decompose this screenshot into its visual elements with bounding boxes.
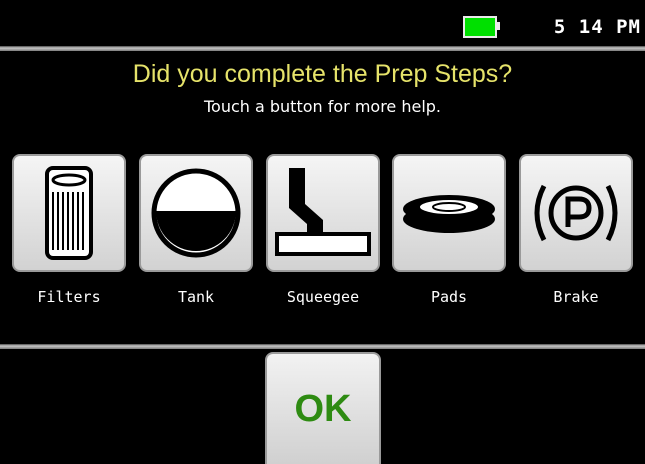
pad-icon (403, 195, 495, 233)
filters-button[interactable] (12, 154, 126, 272)
tank-button[interactable] (139, 154, 253, 272)
status-bar: 5 14 PM (0, 0, 645, 46)
squeegee-label: Squeegee (286, 288, 360, 306)
bottom-divider (0, 344, 645, 349)
brake-button[interactable] (519, 154, 633, 272)
brake-label: Brake (553, 288, 599, 306)
filter-icon (45, 166, 93, 260)
parking-brake-icon (534, 184, 618, 242)
battery-icon (463, 16, 500, 38)
filters-label: Filters (37, 288, 101, 306)
page-title: Did you complete the Prep Steps? (132, 60, 513, 88)
page-subtitle: Touch a button for more help. (203, 97, 442, 116)
tank-label: Tank (177, 288, 215, 306)
tank-icon (151, 168, 241, 258)
ok-button[interactable]: OK (265, 352, 381, 464)
top-divider (0, 46, 645, 51)
squeegee-icon (275, 168, 371, 256)
squeegee-button[interactable] (266, 154, 380, 272)
clock: 5 14 PM (553, 16, 641, 38)
pads-button[interactable] (392, 154, 506, 272)
pads-label: Pads (430, 288, 468, 306)
